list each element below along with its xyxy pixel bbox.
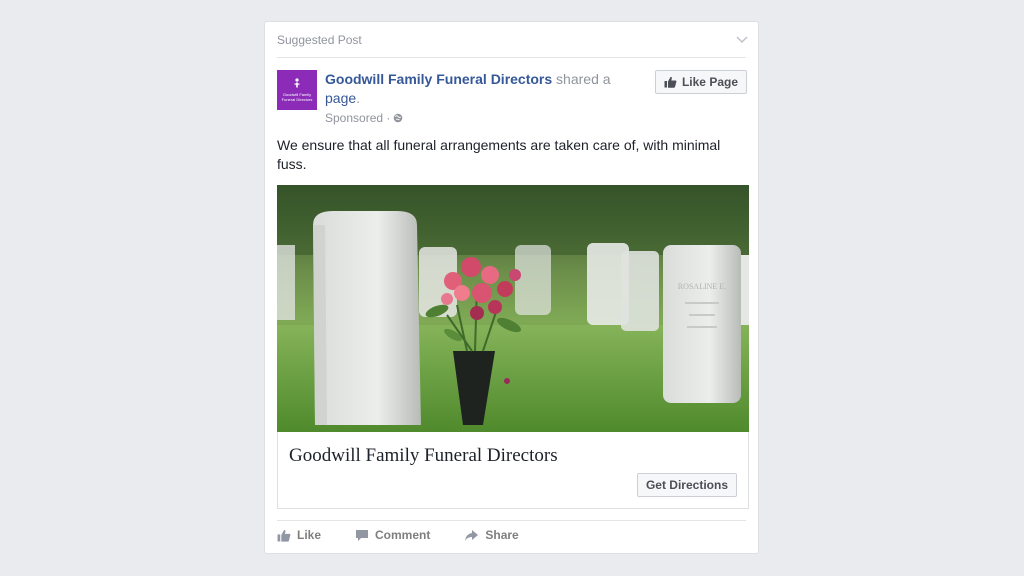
comment-action-button[interactable]: Comment — [355, 528, 430, 542]
shared-page-link[interactable]: page — [325, 90, 356, 106]
like-page-label: Like Page — [681, 75, 738, 89]
post-actions: Like Comment Share — [277, 528, 519, 542]
get-directions-button[interactable]: Get Directions — [636, 473, 737, 497]
thumbs-up-icon — [277, 529, 291, 542]
page-avatar[interactable]: Goodwill Family Funeral Directors — [277, 70, 317, 110]
actions-divider — [277, 520, 746, 521]
cemetery-photo[interactable]: ROSALINE E. — [277, 185, 749, 432]
get-directions-label: Get Directions — [645, 478, 728, 492]
like-action-label: Like — [297, 528, 322, 542]
share-action-button[interactable]: Share — [464, 528, 519, 542]
share-arrow-icon — [465, 529, 479, 541]
header-divider — [277, 57, 746, 58]
link-preview[interactable]: Goodwill Family Funeral Directors Get Di… — [277, 432, 749, 509]
share-action-label: Share — [485, 528, 519, 542]
post-headline: Goodwill Family Funeral Directors shared… — [325, 70, 645, 108]
link-preview-title[interactable]: Goodwill Family Funeral Directors — [289, 445, 558, 467]
headstone-inscription: ROSALINE E. — [678, 282, 726, 291]
like-page-button[interactable]: Like Page — [654, 70, 747, 94]
logo-mark-icon — [294, 78, 300, 88]
suggested-post-card: Suggested Post Goodwill Family Funeral D… — [264, 21, 759, 554]
sponsored-row: Sponsored · — [325, 111, 403, 125]
avatar-text: Goodwill Family Funeral Directors — [282, 92, 313, 102]
globe-icon — [394, 113, 403, 123]
post-body-text: We ensure that all funeral arrangements … — [277, 137, 721, 172]
suggested-post-label: Suggested Post — [277, 33, 362, 47]
comment-icon — [356, 529, 369, 541]
sponsored-label[interactable]: Sponsored · — [325, 111, 390, 125]
chevron-down-icon[interactable] — [736, 34, 748, 44]
like-action-button[interactable]: Like — [277, 528, 321, 542]
shared-text: shared a — [552, 71, 611, 87]
avatar-line-2: Funeral Directors — [281, 97, 313, 102]
comment-action-label: Comment — [375, 528, 431, 542]
shared-end: . — [356, 90, 361, 106]
thumbs-up-icon — [664, 76, 677, 88]
page-name-link[interactable]: Goodwill Family Funeral Directors — [325, 71, 552, 87]
